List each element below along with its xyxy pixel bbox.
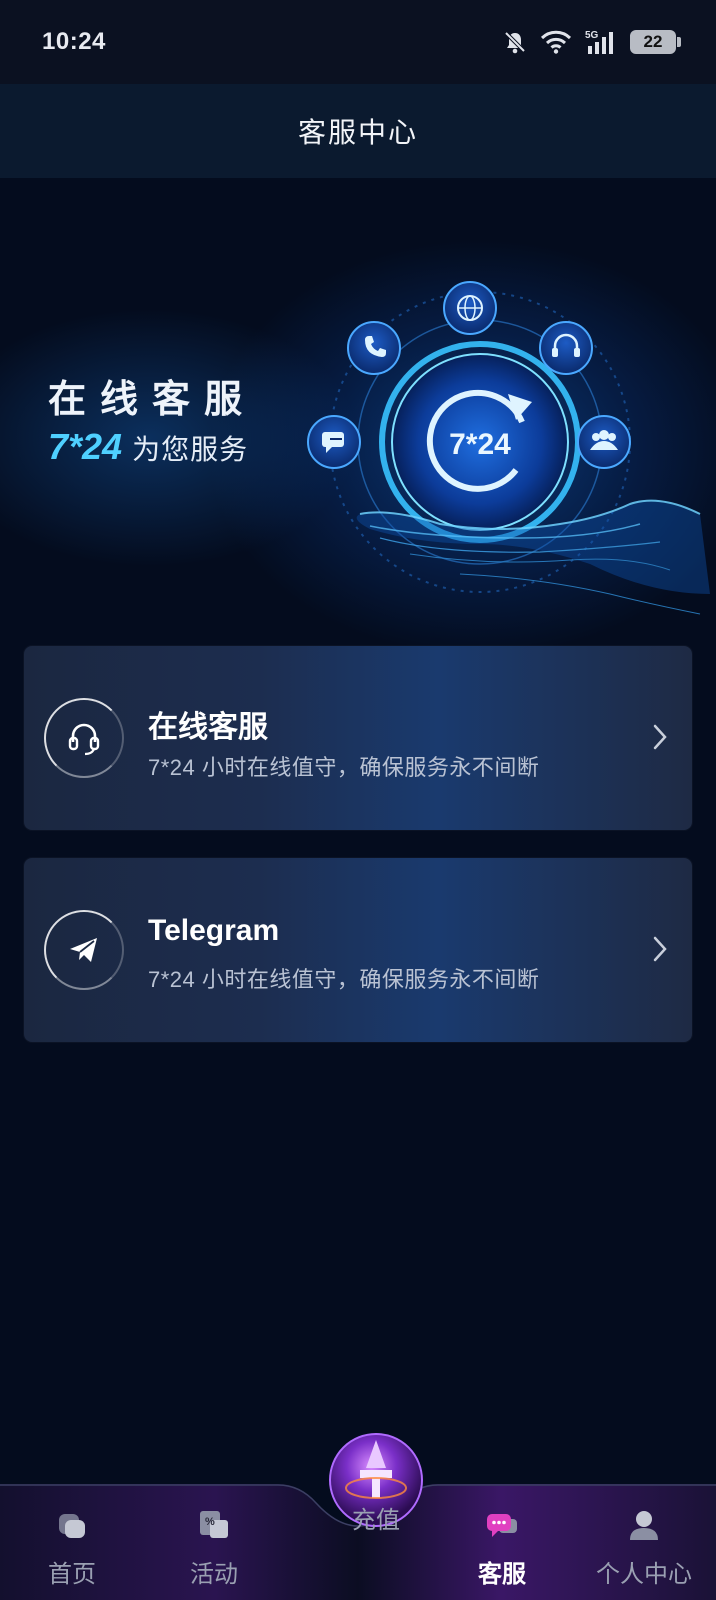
card-icon-wrap (44, 910, 124, 990)
tab-label: 首页 (48, 1561, 96, 1588)
tab-home[interactable]: 首页 (12, 1504, 132, 1600)
tab-activity[interactable]: % 活动 (154, 1504, 274, 1600)
page-header: 客服中心 (0, 84, 716, 178)
globe-icon (443, 281, 497, 335)
banner-illustration: 7*24 (307, 281, 710, 615)
telegram-icon (70, 938, 97, 962)
user-icon (630, 1511, 658, 1540)
service-banner: 在线客服 7*24 为您服务 7*24 (0, 178, 716, 648)
banner-hours: 7*24 (48, 426, 123, 467)
card-title: Telegram (148, 914, 280, 947)
chat-bubble-icon (307, 415, 361, 469)
tab-label: 个人中心 (596, 1561, 692, 1588)
bell-muted-icon (504, 31, 526, 54)
online-service-card[interactable]: 在线客服 7*24 小时在线值守，确保服务永不间断 (24, 646, 692, 830)
banner-subtitle: 7*24 为您服务 (48, 426, 248, 468)
battery-icon: 22 (630, 30, 681, 54)
headset-icon (539, 321, 593, 375)
chevron-right-icon (653, 724, 667, 750)
card-icon-wrap (44, 698, 124, 778)
tab-recharge[interactable]: 充值 (326, 1428, 426, 1544)
headset-icon (68, 723, 100, 756)
page-title: 客服中心 (297, 117, 418, 148)
banner-title: 在线客服 (48, 379, 257, 421)
card-title: 在线客服 (148, 711, 268, 744)
status-time: 10:24 (42, 28, 106, 55)
banner-subtitle-text: 为您服务 (132, 434, 249, 465)
chevron-right-icon (653, 936, 667, 962)
card-description: 7*24 小时在线值守，确保服务永不间断 (148, 755, 540, 780)
telegram-card[interactable]: Telegram 7*24 小时在线值守，确保服务永不间断 (24, 858, 692, 1042)
status-bar: 10:24 5G 22 (0, 0, 716, 84)
group-icon (577, 415, 631, 469)
tab-customer-service[interactable]: 客服 (442, 1504, 562, 1600)
card-description: 7*24 小时在线值守，确保服务永不间断 (148, 967, 540, 992)
wifi-icon (540, 30, 572, 54)
network-label: 5G (585, 30, 599, 41)
tab-label: 活动 (190, 1561, 238, 1588)
banner-badge: 7*24 (449, 428, 511, 461)
tab-label: 充值 (352, 1507, 400, 1534)
svg-text:%: % (205, 1516, 215, 1528)
signal-5g-icon: 5G (585, 30, 613, 54)
activity-icon: % (200, 1511, 228, 1538)
tab-label: 客服 (478, 1561, 526, 1588)
battery-level: 22 (643, 32, 663, 51)
phone-icon (347, 321, 401, 375)
chat-icon (487, 1514, 517, 1537)
home-icon (59, 1514, 85, 1538)
status-icons: 5G 22 (502, 28, 681, 56)
bottom-tab-bar: 首页 % 活动 充值 客服 个人中心 (0, 1433, 716, 1600)
tab-profile[interactable]: 个人中心 (584, 1504, 704, 1600)
hand-illustration (356, 499, 710, 615)
